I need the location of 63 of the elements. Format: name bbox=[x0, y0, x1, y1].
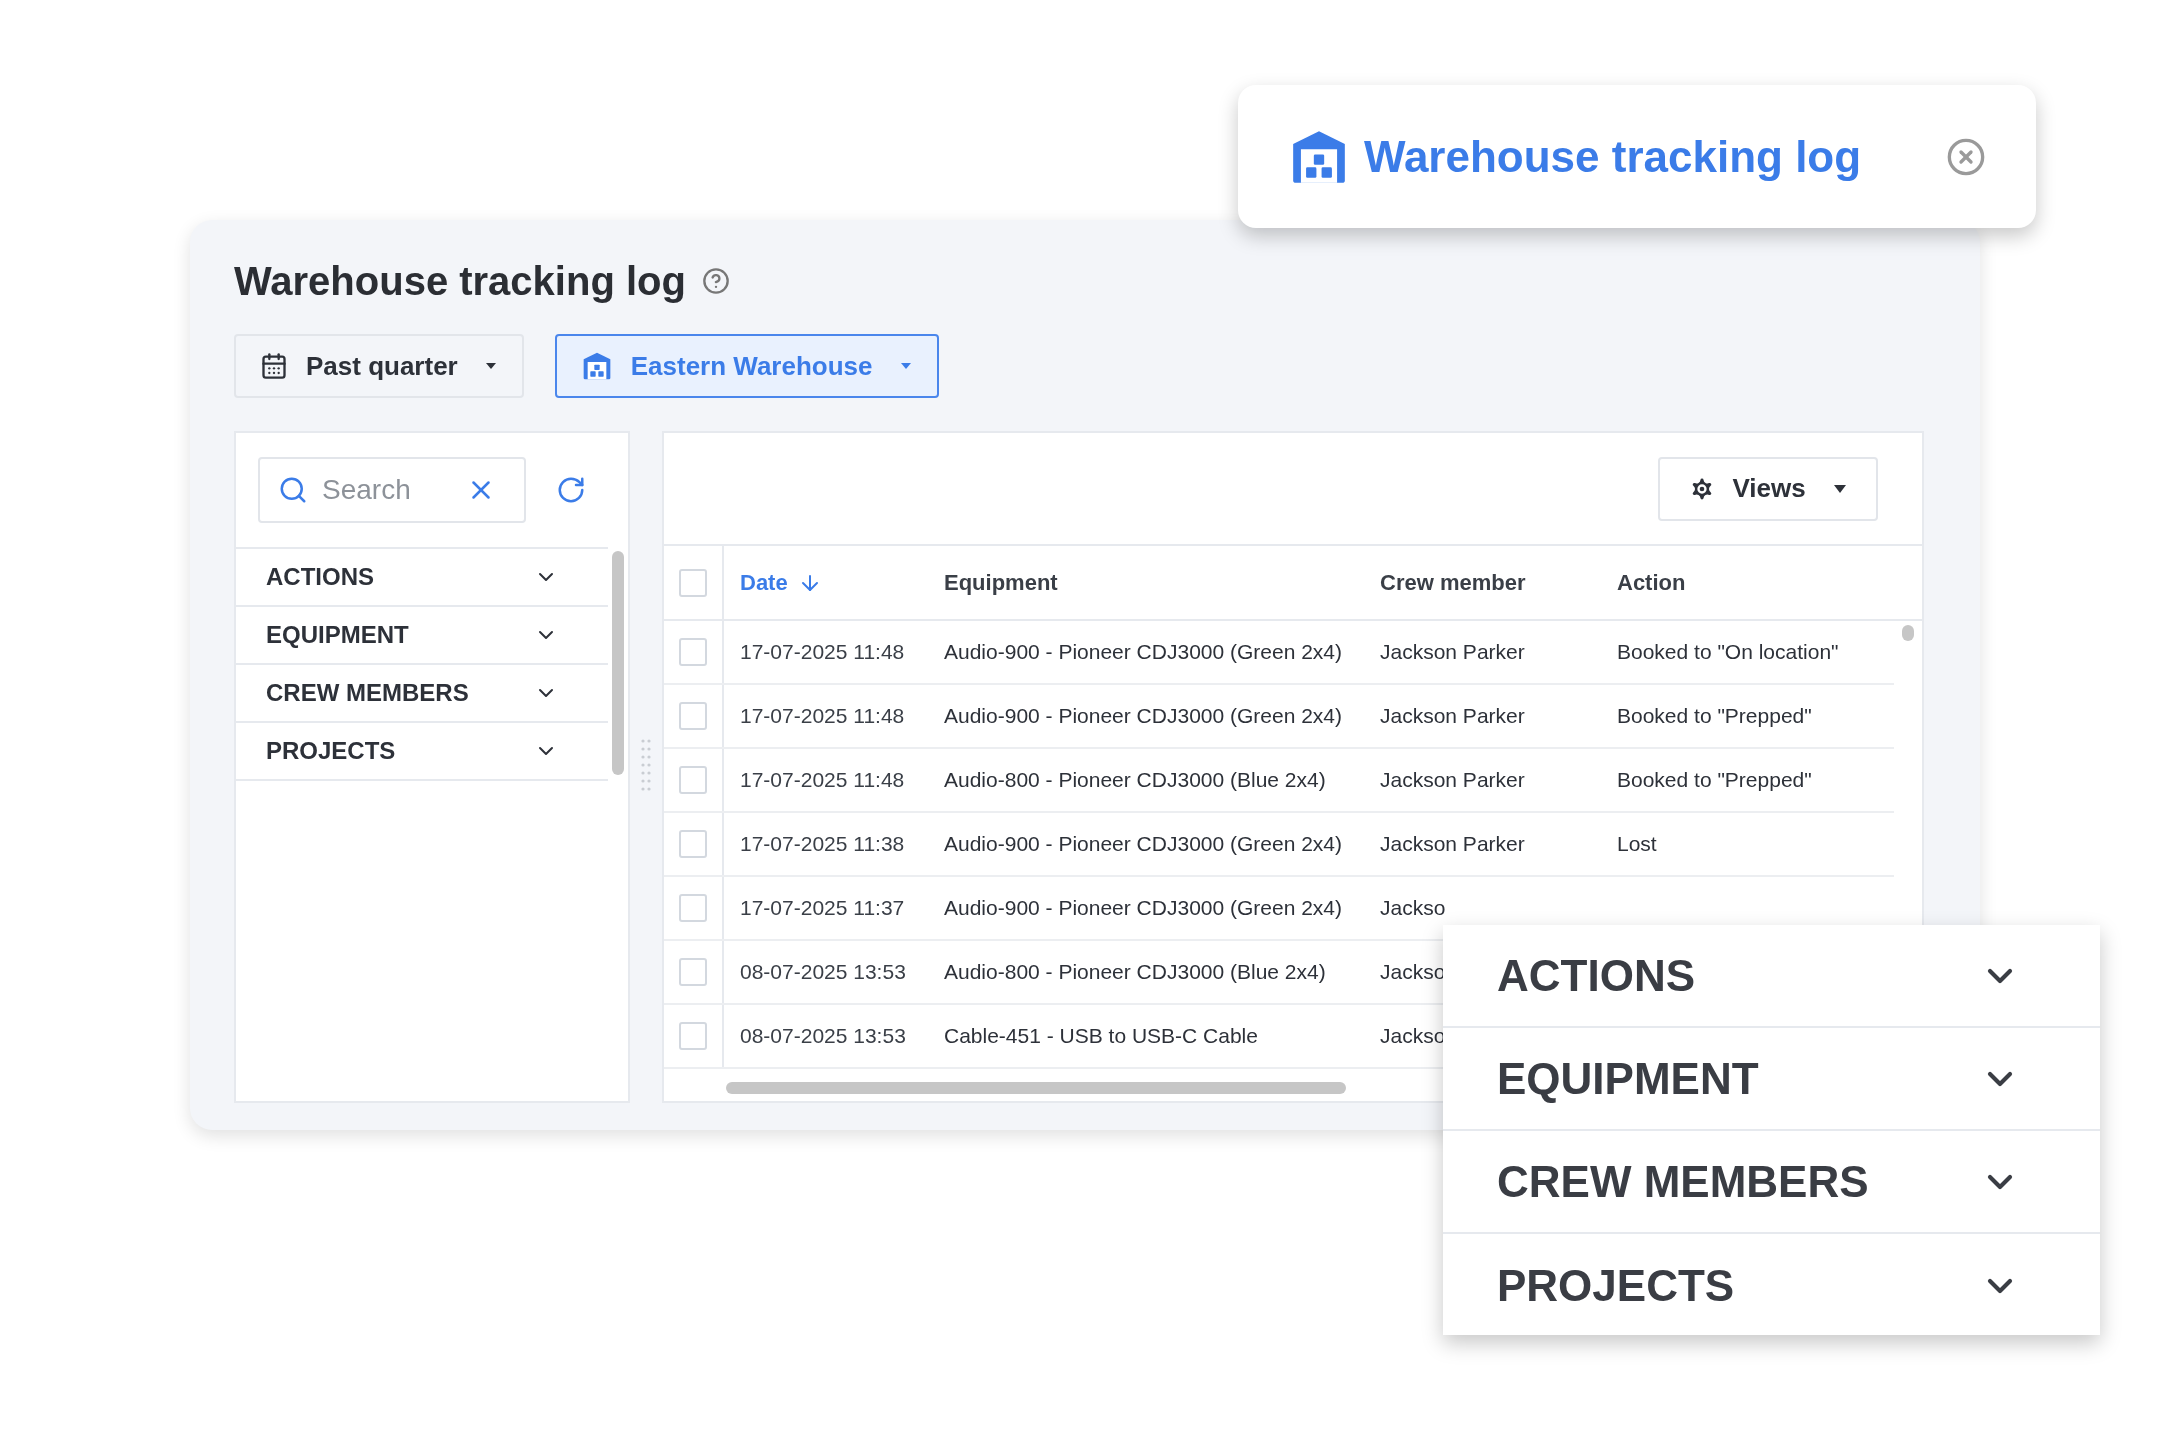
caret-icon bbox=[898, 361, 913, 371]
column-header[interactable]: Crew member bbox=[1380, 566, 1526, 599]
table-cell: 17-07-2025 11:38 bbox=[740, 832, 905, 856]
table-cell: Jackson Parker bbox=[1380, 640, 1525, 664]
table-cell: 08-07-2025 13:53 bbox=[740, 1024, 906, 1048]
filter-group[interactable]: CREW MEMBERS bbox=[236, 665, 608, 723]
filter-group[interactable]: EQUIPMENT bbox=[236, 607, 608, 665]
table-cell: 17-07-2025 11:37 bbox=[740, 896, 905, 920]
caret-icon bbox=[483, 361, 498, 371]
filter-group[interactable]: PROJECTS bbox=[1443, 1234, 2100, 1337]
caret-icon bbox=[1831, 483, 1848, 494]
row-checkbox[interactable] bbox=[679, 766, 707, 794]
table-cell: Audio-800 - Pioneer CDJ3000 (Blue 2x4) bbox=[944, 960, 1326, 984]
column-header[interactable]: Action bbox=[1617, 566, 1686, 599]
table-cell: Audio-900 - Pioneer CDJ3000 (Green 2x4) bbox=[944, 896, 1343, 920]
table-cell: Audio-900 - Pioneer CDJ3000 (Green 2x4) bbox=[944, 640, 1343, 664]
filter-group[interactable]: ACTIONS bbox=[236, 549, 608, 607]
refresh-icon[interactable] bbox=[556, 475, 586, 505]
page-title: Warehouse tracking log bbox=[234, 258, 686, 305]
callout-title: Warehouse tracking log bbox=[1364, 130, 1863, 183]
table-cell: Audio-900 - Pioneer CDJ3000 (Green 2x4) bbox=[944, 832, 1343, 856]
table-cell: 08-07-2025 13:53 bbox=[740, 960, 906, 984]
table-cell: Lost bbox=[1617, 832, 1657, 856]
table-cell: Booked to "Prepped" bbox=[1617, 768, 1812, 792]
calendar-icon bbox=[260, 352, 288, 380]
row-checkbox[interactable] bbox=[679, 894, 707, 922]
row-checkbox[interactable] bbox=[679, 830, 707, 858]
close-icon[interactable] bbox=[1946, 136, 1986, 177]
row-checkbox[interactable] bbox=[679, 958, 707, 986]
row-checkbox[interactable] bbox=[679, 638, 707, 666]
column-header[interactable]: Equipment bbox=[944, 566, 1058, 599]
filter-group[interactable]: CREW MEMBERS bbox=[1443, 1131, 2100, 1234]
table-cell: 17-07-2025 11:48 bbox=[740, 640, 905, 664]
search-input[interactable]: Search bbox=[322, 469, 452, 511]
scrollbar-thumb[interactable] bbox=[1902, 625, 1914, 641]
table-cell: Cable-451 - USB to USB-C Cable bbox=[944, 1024, 1258, 1048]
search-field[interactable]: Search bbox=[258, 457, 526, 523]
search-icon bbox=[278, 475, 308, 505]
table-cell: Booked to "Prepped" bbox=[1617, 704, 1812, 728]
table-cell: Booked to "On location" bbox=[1617, 640, 1839, 664]
row-checkbox[interactable] bbox=[679, 568, 707, 597]
row-checkbox[interactable] bbox=[679, 702, 707, 730]
table-cell: 17-07-2025 11:48 bbox=[740, 704, 905, 728]
filter-group[interactable]: EQUIPMENT bbox=[1443, 1028, 2100, 1131]
table-cell: Audio-900 - Pioneer CDJ3000 (Green 2x4) bbox=[944, 704, 1343, 728]
table-cell: Jackso bbox=[1380, 896, 1446, 920]
filter-group[interactable]: PROJECTS bbox=[236, 723, 608, 781]
help-icon[interactable] bbox=[701, 267, 730, 295]
table-cell: Jackson Parker bbox=[1380, 768, 1525, 792]
table-cell: Audio-800 - Pioneer CDJ3000 (Blue 2x4) bbox=[944, 768, 1326, 792]
scrollbar-thumb[interactable] bbox=[726, 1082, 1346, 1094]
filter-dropdown[interactable]: Eastern Warehouse bbox=[554, 334, 939, 398]
filter-dropdown[interactable]: Past quarter bbox=[234, 334, 524, 398]
table-cell: Jackso bbox=[1380, 1024, 1446, 1048]
table-cell: Jackso bbox=[1380, 960, 1446, 984]
table-cell: Jackson Parker bbox=[1380, 704, 1525, 728]
row-checkbox[interactable] bbox=[679, 1022, 707, 1050]
scrollbar-thumb[interactable] bbox=[612, 551, 624, 775]
table-cell: 17-07-2025 11:48 bbox=[740, 768, 905, 792]
column-header[interactable]: Date bbox=[740, 566, 822, 599]
views-button[interactable]: Views bbox=[1658, 456, 1878, 521]
filter-group[interactable]: ACTIONS bbox=[1443, 925, 2100, 1028]
table-cell: Jackson Parker bbox=[1380, 832, 1525, 856]
